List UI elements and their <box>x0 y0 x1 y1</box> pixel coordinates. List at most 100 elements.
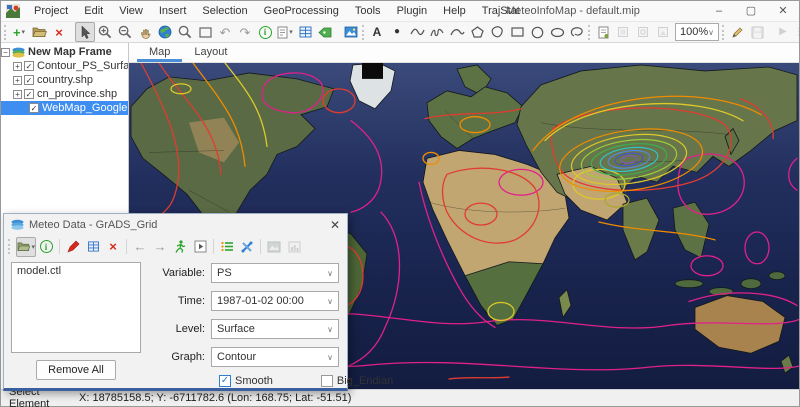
menu-geoprocessing[interactable]: GeoProcessing <box>256 1 347 21</box>
draw-rectangle-button[interactable] <box>507 22 527 42</box>
view-tabbar: Map Layout <box>129 43 799 63</box>
draw-polyline-button[interactable] <box>407 22 427 42</box>
remove-all-button[interactable]: Remove All <box>36 360 116 380</box>
menu-selection[interactable]: Selection <box>194 1 255 21</box>
animate-button[interactable] <box>170 237 190 257</box>
time-combo[interactable]: 1987-01-02 00:00 ∨ <box>211 291 339 311</box>
checkbox-unchecked-icon <box>321 375 333 387</box>
open-data-button[interactable]: ▾ <box>16 237 36 257</box>
print-button[interactable] <box>653 22 673 42</box>
edit-move-button[interactable] <box>793 22 800 42</box>
select-tool-button[interactable] <box>75 22 95 42</box>
screenshot-button[interactable] <box>341 22 361 42</box>
dialog-close-button[interactable]: ✕ <box>330 218 340 232</box>
tree-layer-contour[interactable]: + ✓ Contour_PS_Surface_19 <box>1 59 128 73</box>
menu-view[interactable]: View <box>111 1 151 21</box>
draw-freehand-button[interactable] <box>427 22 447 42</box>
smooth-checkbox[interactable]: ✓ Smooth <box>219 375 273 387</box>
redo-button[interactable]: ↷ <box>235 22 255 42</box>
menu-tools[interactable]: Tools <box>347 1 389 21</box>
graph-combo[interactable]: Contour ∨ <box>211 347 339 367</box>
report-button[interactable] <box>593 22 613 42</box>
draw-lasso-button[interactable] <box>567 22 587 42</box>
data-table-button[interactable] <box>83 237 103 257</box>
layer-checkbox[interactable]: ✓ <box>29 103 39 113</box>
close-button[interactable]: ✕ <box>767 1 799 21</box>
expand-icon[interactable]: + <box>13 90 22 99</box>
options-row: ✓ Smooth Big_Endian <box>153 375 339 387</box>
data-info-button[interactable]: i <box>36 237 56 257</box>
menu-insert[interactable]: Insert <box>151 1 195 21</box>
settings-button[interactable] <box>237 237 257 257</box>
dialog-title-bar[interactable]: Meteo Data - GrADS_Grid ✕ <box>4 214 347 235</box>
tab-map[interactable]: Map <box>137 43 182 62</box>
menu-help[interactable]: Help <box>435 1 474 21</box>
chevron-down-icon: ∨ <box>327 353 333 362</box>
layer-checkbox[interactable]: ✓ <box>24 61 34 71</box>
draw-circle-button[interactable] <box>527 22 547 42</box>
undo-button[interactable]: ↶ <box>215 22 235 42</box>
meteo-data-icon <box>11 219 24 230</box>
level-combo[interactable]: Surface ∨ <box>211 319 339 339</box>
data-file-item[interactable]: model.ctl <box>12 263 140 279</box>
previous-time-button[interactable]: ← <box>130 237 150 257</box>
next-time-button[interactable]: → <box>150 237 170 257</box>
zoom-in-tool-button[interactable] <box>95 22 115 42</box>
measure-button[interactable]: ▾ <box>275 22 295 42</box>
step-button[interactable] <box>190 237 210 257</box>
pan-tool-button[interactable] <box>135 22 155 42</box>
zoom-out-tool-button[interactable] <box>115 22 135 42</box>
checkbox-checked-icon: ✓ <box>219 375 231 387</box>
draw-point-button[interactable]: ● <box>387 22 407 42</box>
draw-curve-button[interactable] <box>447 22 467 42</box>
collapse-icon[interactable]: − <box>1 48 10 57</box>
add-layer-button[interactable]: +▾ <box>9 22 29 42</box>
variable-combo[interactable]: PS ∨ <box>211 263 339 283</box>
attribute-table-button[interactable] <box>295 22 315 42</box>
big-endian-checkbox[interactable]: Big_Endian <box>321 375 393 387</box>
menu-plugin[interactable]: Plugin <box>389 1 436 21</box>
toolbar-grip <box>588 25 590 40</box>
layer-label: cn_province.shp <box>37 88 117 100</box>
list-icon <box>221 241 234 252</box>
maximize-button[interactable]: ▢ <box>735 1 767 21</box>
tree-root-map-frame[interactable]: − New Map Frame <box>1 45 128 59</box>
tree-layer-country[interactable]: + ✓ country.shp <box>1 73 128 87</box>
expand-icon[interactable]: + <box>13 62 22 71</box>
layer-checkbox[interactable]: ✓ <box>24 75 34 85</box>
expand-icon[interactable]: + <box>13 76 22 85</box>
layer-checkbox[interactable]: ✓ <box>24 89 34 99</box>
draw-ellipse-button[interactable] <box>547 22 567 42</box>
tree-layer-cn-province[interactable]: + ✓ cn_province.shp <box>1 87 128 101</box>
menu-edit[interactable]: Edit <box>76 1 111 21</box>
close-data-button[interactable]: × <box>103 237 123 257</box>
output-map-button[interactable] <box>264 237 284 257</box>
draw-curved-polygon-button[interactable] <box>487 22 507 42</box>
zoom-level-combo[interactable]: 100% ∨ <box>675 23 719 41</box>
draw-data-button[interactable] <box>63 237 83 257</box>
variable-row: Variable: PS ∨ <box>153 263 339 283</box>
remove-layer-button[interactable]: × <box>49 22 69 42</box>
data-list-button[interactable] <box>217 237 237 257</box>
full-extent-button[interactable] <box>155 22 175 42</box>
zoom-to-layer-button[interactable] <box>175 22 195 42</box>
tree-layer-webmap-selected[interactable]: ✓ WebMap_GoogleSatel <box>1 101 128 115</box>
draw-text-button[interactable]: A <box>367 22 387 42</box>
edit-arrow-button[interactable]: ▶ <box>773 22 793 42</box>
save-button[interactable] <box>747 22 767 42</box>
rect-select-button[interactable] <box>195 22 215 42</box>
edit-start-button[interactable] <box>727 22 747 42</box>
draw-polygon-button[interactable] <box>467 22 487 42</box>
output-chart-button[interactable] <box>284 237 304 257</box>
data-file-list[interactable]: model.ctl <box>11 262 141 353</box>
open-file-button[interactable] <box>29 22 49 42</box>
label-button[interactable] <box>315 22 335 42</box>
tab-layout[interactable]: Layout <box>182 43 239 62</box>
page-setup-button[interactable] <box>613 22 633 42</box>
identify-button[interactable]: i <box>255 22 275 42</box>
layer-label: country.shp <box>37 74 93 86</box>
print-preview-icon <box>637 26 649 38</box>
minimize-button[interactable]: – <box>703 1 735 21</box>
menu-project[interactable]: Project <box>26 1 76 21</box>
print-preview-button[interactable] <box>633 22 653 42</box>
